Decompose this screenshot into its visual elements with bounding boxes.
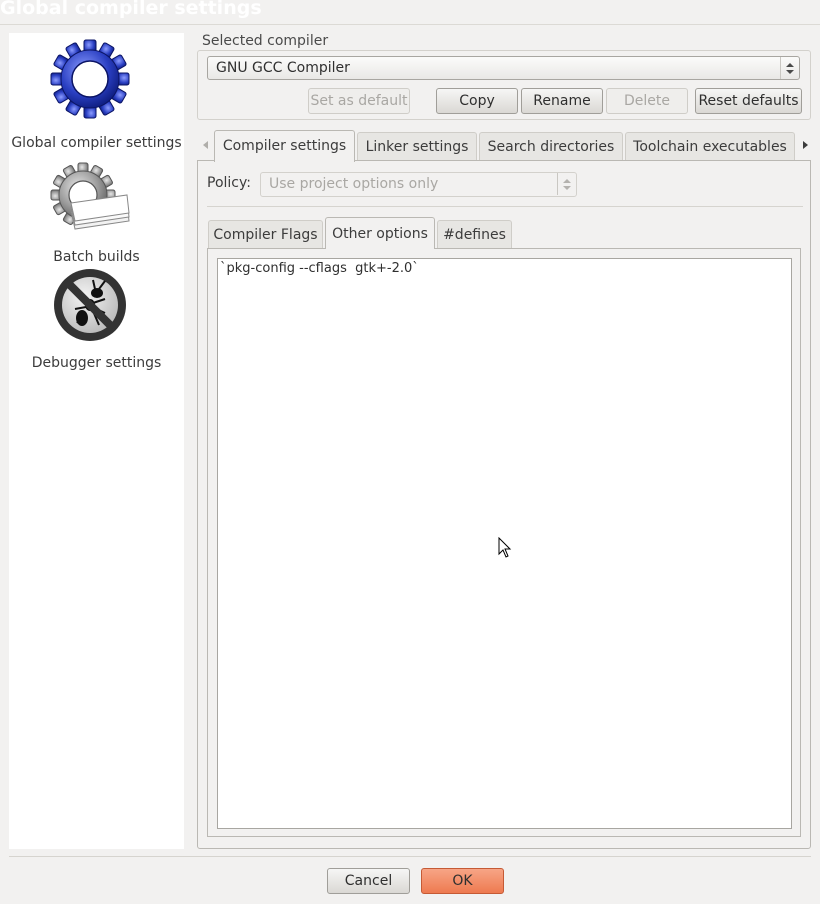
batch-gear-icon bbox=[50, 162, 130, 230]
tab-toolchain-executables[interactable]: Toolchain executables bbox=[625, 132, 795, 160]
tab-search-directories[interactable]: Search directories bbox=[479, 132, 623, 160]
sidebar-item-label: Batch builds bbox=[53, 249, 140, 265]
sidebar-item-debugger-settings[interactable]: Debugger settings bbox=[9, 267, 184, 371]
sidebar-item-label: Debugger settings bbox=[31, 355, 162, 371]
set-as-default-button[interactable]: Set as default bbox=[308, 88, 410, 114]
tab-linker-settings[interactable]: Linker settings bbox=[357, 132, 477, 160]
rename-button[interactable]: Rename bbox=[521, 88, 603, 114]
mouse-cursor-icon bbox=[498, 537, 512, 558]
other-options-text: `pkg-config --cflags gtk+-2.0` bbox=[220, 261, 419, 276]
divider bbox=[207, 206, 803, 207]
tab-compiler-flags[interactable]: Compiler Flags bbox=[208, 220, 323, 249]
compiler-select-value: GNU GCC Compiler bbox=[216, 60, 350, 76]
tab-scroll-left-icon[interactable] bbox=[203, 141, 208, 149]
policy-label: Policy: bbox=[207, 175, 251, 191]
tab-scroll-right-icon[interactable] bbox=[803, 141, 808, 149]
sidebar: Global compiler settings Batch builds De… bbox=[9, 33, 184, 849]
compiler-select[interactable]: GNU GCC Compiler bbox=[207, 56, 800, 80]
footer-divider bbox=[9, 856, 811, 857]
ok-button[interactable]: OK bbox=[421, 868, 504, 894]
copy-button[interactable]: Copy bbox=[436, 88, 518, 114]
sidebar-item-label: Global compiler settings bbox=[11, 135, 182, 151]
tab-compiler-settings[interactable]: Compiler settings bbox=[214, 130, 355, 162]
combo-arrows-icon bbox=[557, 173, 576, 195]
no-bug-icon bbox=[54, 269, 126, 341]
sidebar-item-batch-builds[interactable]: Batch builds bbox=[9, 161, 184, 265]
policy-select[interactable]: Use project options only bbox=[260, 172, 577, 197]
window-title: Global compiler settings bbox=[0, 0, 262, 19]
combo-arrows-icon bbox=[780, 57, 799, 79]
cancel-button[interactable]: Cancel bbox=[327, 868, 410, 894]
tab-defines[interactable]: #defines bbox=[437, 220, 512, 249]
policy-select-value: Use project options only bbox=[269, 176, 439, 192]
tab-other-options[interactable]: Other options bbox=[325, 217, 435, 249]
sidebar-item-global-compiler[interactable]: Global compiler settings bbox=[9, 39, 184, 151]
reset-defaults-button[interactable]: Reset defaults bbox=[695, 88, 802, 114]
delete-button[interactable]: Delete bbox=[606, 88, 688, 114]
selected-compiler-label: Selected compiler bbox=[202, 33, 329, 49]
gear-icon bbox=[50, 39, 130, 119]
title-bar: Global compiler settings bbox=[0, 0, 820, 25]
